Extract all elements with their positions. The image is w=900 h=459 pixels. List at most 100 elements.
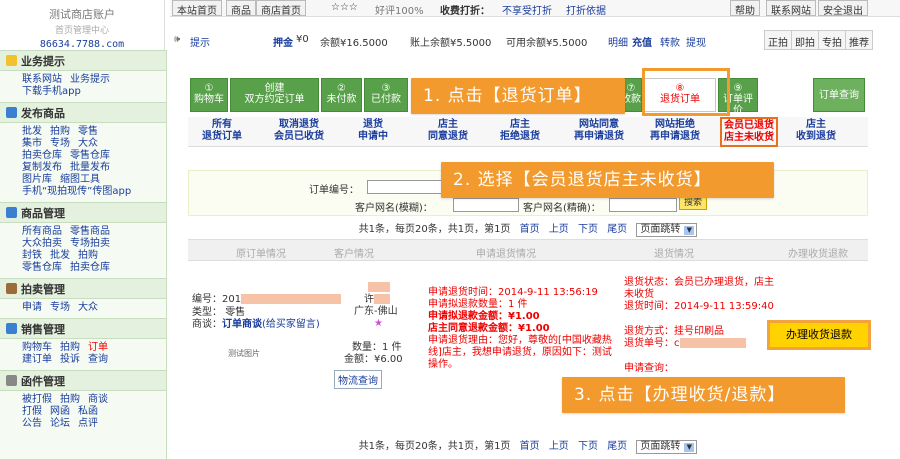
sidebar-item[interactable]: 论坛 [50,418,70,429]
contact-link[interactable]: 联系网站 [766,0,816,17]
sidebar-item[interactable]: 集市 [22,138,42,149]
recharge-link[interactable]: 充值 [632,34,652,49]
customer-name[interactable]: 许 [364,294,390,306]
sidebar-item[interactable]: 拍购 [50,126,70,137]
sidebar-item[interactable]: 专场 [50,302,70,313]
step-tab-2[interactable]: ② 未付款 [321,78,362,112]
sidebar-item[interactable]: 所有商品 [22,226,62,237]
transfer-link[interactable]: 转款 [660,34,680,49]
customer-name-input[interactable] [453,198,519,212]
sidebar-section-title[interactable]: 发布商品 [0,103,166,123]
tab-shop-home[interactable]: 商店首页 [256,0,306,17]
apply-query[interactable]: 申请查询： [624,363,674,375]
sidebar-item[interactable]: 零售仓库 [70,150,110,161]
sidebar-section-title[interactable]: 函件管理 [0,371,166,391]
pager-prev[interactable]: 上页 [549,441,569,452]
sidebar-item[interactable]: 打假 [22,406,42,417]
sidebar-item[interactable]: 图片库 [22,174,52,185]
sidebar-item[interactable]: 申请 [22,302,42,313]
discount-link[interactable]: 打折依据 [566,2,606,17]
sidebar-item[interactable]: 专场拍卖 [70,238,110,249]
tab-home[interactable]: 本站首页 [172,0,222,17]
tab-zhengpai[interactable]: 正拍 [764,30,792,50]
subtab-4[interactable]: 店主 拒绝退货 [500,119,540,143]
sidebar-item[interactable]: 点评 [78,418,98,429]
sidebar-item[interactable]: 专场 [50,138,70,149]
subtab-8[interactable]: 店主 收到退货 [796,119,836,143]
sidebar-section-title[interactable]: 业务提示 [0,51,166,71]
step-tab-0[interactable]: ① 购物车 [190,78,228,112]
withdraw-link[interactable]: 提现 [686,34,706,49]
tab-tuijian[interactable]: 推荐 [845,30,873,50]
sidebar-section-title[interactable]: 商品管理 [0,203,166,223]
logistics-button[interactable]: 物流查询 [334,370,382,389]
sidebar-item[interactable]: 建订单 [22,354,52,365]
product-image[interactable]: 测试图片 [228,348,260,360]
pager-last[interactable]: 尾页 [607,441,627,452]
step-tab-3[interactable]: ③ 已付款 [364,78,408,112]
sidebar-item[interactable]: 私函 [78,406,98,417]
subtab-1[interactable]: 取消退货 会员已收货 [274,119,324,143]
sidebar-item[interactable]: 复制发布 [22,162,62,173]
tab-goods[interactable]: 商品 [226,0,256,17]
tab-zhuanpai[interactable]: 专拍 [818,30,846,50]
order-deal-note[interactable]: (给买家留言) [262,319,320,330]
sidebar-item[interactable]: 公告 [22,418,42,429]
sidebar-item[interactable]: 下载手机app [22,86,81,97]
sidebar-item[interactable]: 大众拍卖 [22,238,62,249]
sidebar-item[interactable]: 手机“现拍现传”传图app [22,186,131,197]
subtab-0[interactable]: 所有 退货订单 [202,119,242,143]
logo[interactable]: 测试商店账户 首页管理中心 86634.7788.com [0,0,165,50]
sidebar-item[interactable]: 被打假 [22,394,52,405]
sidebar-item[interactable]: 缩图工具 [60,174,100,185]
sidebar-item[interactable]: 购物车 [22,342,52,353]
page-jump-select[interactable]: 页面跳转 ▼ [636,223,698,237]
sidebar-item[interactable]: 拍购 [60,394,80,405]
subtab-5[interactable]: 网站同意 再申请退货 [574,119,624,143]
sidebar-item[interactable]: 网函 [50,406,70,417]
subtab-7[interactable]: 会员已退货 店主未收货 [720,117,778,147]
sidebar-item[interactable]: 批量发布 [70,162,110,173]
sidebar-item[interactable]: 大众 [78,138,98,149]
search-button[interactable]: 搜索 [679,196,707,210]
refund-button[interactable]: 办理收货退款 [767,320,871,350]
sidebar-item[interactable]: 拍购 [78,250,98,261]
pager-next[interactable]: 下页 [578,441,598,452]
sidebar-item[interactable]: 查询 [88,354,108,365]
subtab-6[interactable]: 网站拒绝 再申请退货 [650,119,700,143]
pager-next[interactable]: 下页 [578,224,598,235]
sidebar-item[interactable]: 零售商品 [70,226,110,237]
step-tab-1[interactable]: 创建 双方约定订单 [230,78,319,112]
sidebar-item[interactable]: 批发 [50,250,70,261]
sidebar-item[interactable]: 商谈 [88,394,108,405]
sidebar-section-title[interactable]: 拍卖管理 [0,279,166,299]
sidebar-item[interactable]: 拍购 [60,342,80,353]
pager-last[interactable]: 尾页 [607,224,627,235]
subtab-2[interactable]: 退货 申请中 [358,119,388,143]
sidebar-item[interactable]: 批发 [22,126,42,137]
sidebar-item[interactable]: 封铁 [22,250,42,261]
sidebar-item[interactable]: 投诉 [60,354,80,365]
sidebar-item[interactable]: 联系网站 [22,74,62,85]
page-jump-select[interactable]: 页面跳转 ▼ [636,440,698,454]
sidebar-item[interactable]: 拍卖仓库 [70,262,110,273]
subtab-3[interactable]: 店主 同意退货 [428,119,468,143]
sidebar-item[interactable]: 订单 [88,342,108,353]
help-link[interactable]: 帮助 [730,0,760,17]
pager-first[interactable]: 首页 [520,441,540,452]
tip-link[interactable]: 提示 [190,34,210,49]
sidebar-item[interactable]: 零售仓库 [22,262,62,273]
customer-name2-input[interactable] [609,198,677,212]
order-deal-link[interactable]: 订单商谈 [222,319,262,330]
sidebar-item[interactable]: 零售 [78,126,98,137]
pager-prev[interactable]: 上页 [549,224,569,235]
logout-link[interactable]: 安全退出 [818,0,868,17]
sidebar-item[interactable]: 业务提示 [70,74,110,85]
tab-jipai[interactable]: 即拍 [791,30,819,50]
detail-link[interactable]: 明细 [608,34,628,49]
sidebar-section-title[interactable]: 销售管理 [0,319,166,339]
sidebar-item[interactable]: 拍卖仓库 [22,150,62,161]
pager-first[interactable]: 首页 [520,224,540,235]
sidebar-item[interactable]: 大众 [78,302,98,313]
order-query-button[interactable]: 订单查询 [813,78,865,112]
